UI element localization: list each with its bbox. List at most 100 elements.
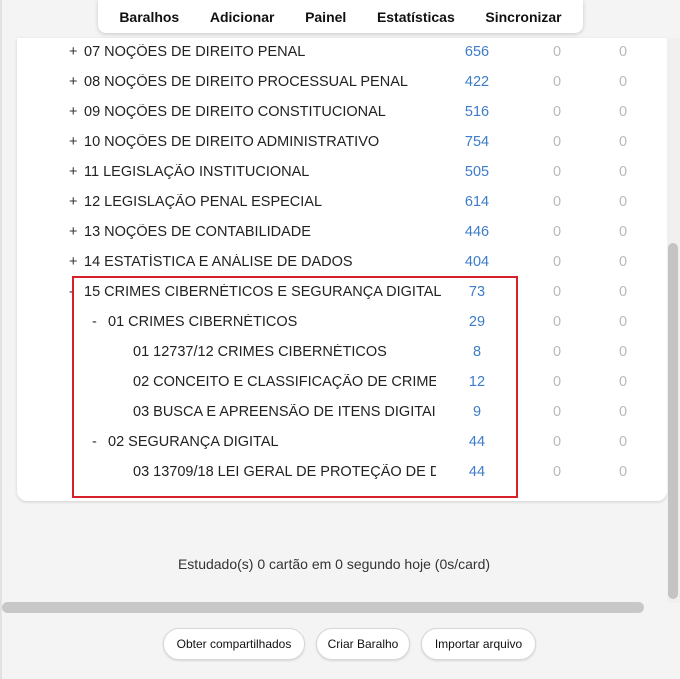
learning-count: 0: [552, 404, 562, 420]
new-count: 516: [464, 104, 490, 120]
new-count: 12: [468, 374, 486, 390]
collapse-toggle[interactable]: -: [69, 284, 74, 300]
deck-row[interactable]: 03 13709/18 LEI GERAL DE PROTEÇÃO DE DAD…: [17, 458, 667, 488]
deck-row[interactable]: +09 NOÇÕES DE DIREITO CONSTITUCIONAL 516 0…: [17, 98, 667, 128]
learning-count: 0: [552, 284, 562, 300]
new-count: 422: [464, 74, 490, 90]
learning-count: 0: [552, 104, 562, 120]
top-navigation: Baralhos Adicionar Painel Estatísticas S…: [98, 0, 583, 33]
due-count: 0: [618, 164, 628, 180]
deck-row[interactable]: 01 12737/12 CRIMES CIBERNÉTICOS 8 0 0: [17, 338, 667, 368]
deck-row[interactable]: +10 NOÇÕES DE DIREITO ADMINISTRATIVO 754 0…: [17, 128, 667, 158]
get-shared-button[interactable]: Obter compartilhados: [163, 628, 305, 660]
due-count: 0: [618, 74, 628, 90]
learning-count: 0: [552, 224, 562, 240]
window-left-edge: [0, 0, 2, 679]
deck-name[interactable]: 10 NOÇÕES DE DIREITO ADMINISTRATIVO: [84, 134, 444, 150]
new-count: 446: [464, 224, 490, 240]
deck-row[interactable]: +13 NOÇÕES DE CONTABILIDADE 446 0 0: [17, 218, 667, 248]
due-count: 0: [618, 284, 628, 300]
collapse-toggle[interactable]: -: [92, 434, 97, 450]
new-count: 29: [468, 314, 486, 330]
due-count: 0: [618, 434, 628, 450]
deck-name[interactable]: 01 12737/12 CRIMES CIBERNÉTICOS: [133, 344, 436, 360]
collapse-toggle[interactable]: -: [92, 314, 97, 330]
due-count: 0: [618, 44, 628, 60]
deck-name[interactable]: 03 13709/18 LEI GERAL DE PROTEÇÃO DE DAD…: [133, 464, 436, 480]
learning-count: 0: [552, 464, 562, 480]
deck-row[interactable]: -15 CRIMES CIBERNÉTICOS E SEGURANÇA DIGI…: [17, 278, 667, 308]
expand-toggle[interactable]: +: [69, 104, 77, 120]
deck-list: +07 NOÇÕES DE DIREITO PENAL 656 0 0 +08 NOÇÕ…: [17, 38, 667, 501]
deck-name[interactable]: 08 NOÇÕES DE DIREITO PROCESSUAL PENAL: [84, 74, 444, 90]
deck-row[interactable]: 03 BUSCA E APREENSÃO DE ITENS DIGITAIS 9 0…: [17, 398, 667, 428]
due-count: 0: [618, 404, 628, 420]
deck-row[interactable]: 02 CONCEITO E CLASSIFICAÇÃO DE CRIMES CI…: [17, 368, 667, 398]
learning-count: 0: [552, 434, 562, 450]
deck-row[interactable]: -01 CRIMES CIBERNÉTICOS 29 0 0: [17, 308, 667, 338]
study-stats-text: Estudado(s) 0 cartão em 0 segundo hoje (…: [177, 556, 491, 572]
new-count: 656: [464, 44, 490, 60]
due-count: 0: [618, 134, 628, 150]
due-count: 0: [618, 344, 628, 360]
due-count: 0: [618, 194, 628, 210]
deck-name[interactable]: 09 NOÇÕES DE DIREITO CONSTITUCIONAL: [84, 104, 444, 120]
import-file-button[interactable]: Importar arquivo: [421, 628, 536, 660]
new-count: 614: [464, 194, 490, 210]
deck-name[interactable]: 12 LEGISLAÇÃO PENAL ESPECIAL: [84, 194, 444, 210]
new-count: 73: [468, 284, 486, 300]
due-count: 0: [618, 254, 628, 270]
deck-name[interactable]: 14 ESTATÍSTICA E ANÁLISE DE DADOS: [84, 254, 444, 270]
expand-toggle[interactable]: +: [69, 224, 77, 240]
deck-name[interactable]: 15 CRIMES CIBERNÉTICOS E SEGURANÇA DIGIT…: [84, 284, 444, 300]
due-count: 0: [618, 224, 628, 240]
learning-count: 0: [552, 344, 562, 360]
create-deck-button[interactable]: Criar Baralho: [316, 628, 410, 660]
expand-toggle[interactable]: +: [69, 164, 77, 180]
learning-count: 0: [552, 254, 562, 270]
expand-toggle[interactable]: +: [69, 254, 77, 270]
learning-count: 0: [552, 314, 562, 330]
learning-count: 0: [552, 164, 562, 180]
deck-row[interactable]: +12 LEGISLAÇÃO PENAL ESPECIAL 614 0 0: [17, 188, 667, 218]
learning-count: 0: [552, 74, 562, 90]
due-count: 0: [618, 314, 628, 330]
deck-row[interactable]: +07 NOÇÕES DE DIREITO PENAL 656 0 0: [17, 38, 667, 68]
new-count: 404: [464, 254, 490, 270]
nav-sync[interactable]: Sincronizar: [485, 9, 561, 25]
due-count: 0: [618, 374, 628, 390]
deck-row[interactable]: -02 SEGURANÇA DIGITAL 44 0 0: [17, 428, 667, 458]
nav-stats[interactable]: Estatísticas: [377, 9, 455, 25]
deck-name[interactable]: 11 LEGISLAÇÃO INSTITUCIONAL: [84, 164, 444, 180]
deck-name[interactable]: 03 BUSCA E APREENSÃO DE ITENS DIGITAIS: [133, 404, 436, 420]
new-count: 8: [472, 344, 482, 360]
new-count: 9: [472, 404, 482, 420]
learning-count: 0: [552, 134, 562, 150]
deck-name[interactable]: 02 CONCEITO E CLASSIFICAÇÃO DE CRIMES CI…: [133, 374, 436, 390]
nav-browse[interactable]: Painel: [305, 9, 346, 25]
new-count: 44: [468, 434, 486, 450]
expand-toggle[interactable]: +: [69, 44, 77, 60]
new-count: 44: [468, 464, 486, 480]
new-count: 505: [464, 164, 490, 180]
nav-decks[interactable]: Baralhos: [119, 9, 179, 25]
due-count: 0: [618, 464, 628, 480]
deck-row[interactable]: +08 NOÇÕES DE DIREITO PROCESSUAL PENAL 42…: [17, 68, 667, 98]
vertical-scrollbar-thumb[interactable]: [668, 243, 678, 599]
deck-name[interactable]: 13 NOÇÕES DE CONTABILIDADE: [84, 224, 444, 240]
expand-toggle[interactable]: +: [69, 194, 77, 210]
learning-count: 0: [552, 374, 562, 390]
nav-add[interactable]: Adicionar: [210, 9, 275, 25]
new-count: 754: [464, 134, 490, 150]
deck-row[interactable]: +14 ESTATÍSTICA E ANÁLISE DE DADOS 404 0 0: [17, 248, 667, 278]
learning-count: 0: [552, 44, 562, 60]
deck-name[interactable]: 07 NOÇÕES DE DIREITO PENAL: [84, 44, 444, 60]
deck-name[interactable]: 02 SEGURANÇA DIGITAL: [108, 434, 438, 450]
horizontal-scrollbar-thumb[interactable]: [2, 602, 644, 613]
deck-row[interactable]: +11 LEGISLAÇÃO INSTITUCIONAL 505 0 0: [17, 158, 667, 188]
vertical-scrollbar[interactable]: [667, 38, 680, 603]
expand-toggle[interactable]: +: [69, 134, 77, 150]
expand-toggle[interactable]: +: [69, 74, 77, 90]
deck-name[interactable]: 01 CRIMES CIBERNÉTICOS: [108, 314, 438, 330]
due-count: 0: [618, 104, 628, 120]
